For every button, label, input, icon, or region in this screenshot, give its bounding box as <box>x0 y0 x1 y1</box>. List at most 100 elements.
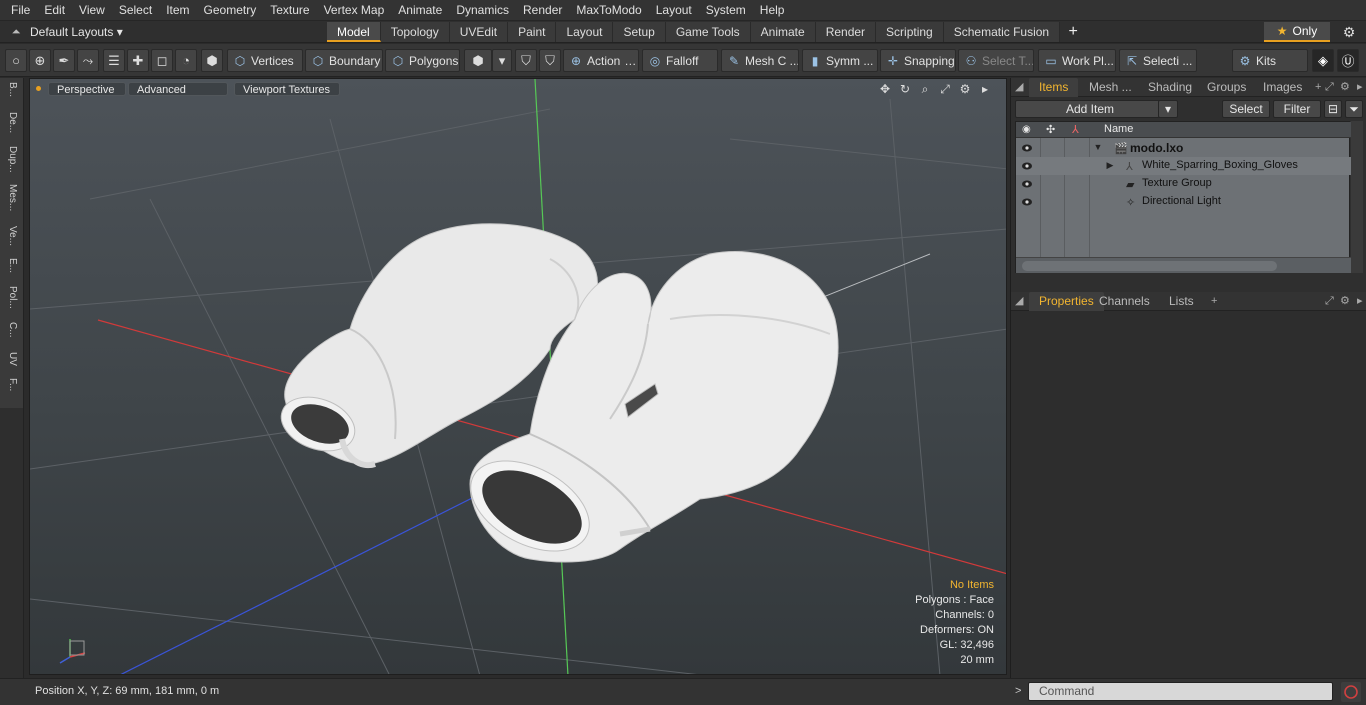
tab-game-tools[interactable]: Game Tools <box>665 22 751 42</box>
panel-arrow-icon[interactable]: ▸ <box>1357 78 1363 97</box>
brush-icon[interactable]: ⤳ <box>77 49 99 72</box>
tab-uvedit[interactable]: UVEdit <box>449 22 509 42</box>
eye-icon[interactable] <box>1021 178 1033 190</box>
zoom-view-icon[interactable]: ⌕ <box>918 81 932 97</box>
tab-properties[interactable]: Properties <box>1029 292 1104 311</box>
fit-view-icon[interactable]: ⤢ <box>938 81 952 97</box>
add-item-dropdown-icon[interactable]: ▾ <box>1158 100 1178 118</box>
menu-system[interactable]: System <box>699 0 753 21</box>
polygons-button[interactable]: ⬡ Polygons <box>385 49 460 72</box>
tab-layout[interactable]: Layout <box>556 22 614 42</box>
square-icon[interactable]: ◻ <box>151 49 173 72</box>
boundary-button[interactable]: ⬡ Boundary <box>305 49 383 72</box>
tab-topology[interactable]: Topology <box>380 22 450 42</box>
panel-expand-icon[interactable]: ⤢ <box>1325 78 1334 97</box>
panel-menu-icon[interactable]: ◢ <box>1015 78 1023 97</box>
visibility-header-icon[interactable]: ◉ <box>1022 124 1031 135</box>
list-item[interactable]: ▼ 🎬 modo.lxo <box>1016 139 1351 157</box>
only-toggle[interactable]: ★ Only <box>1264 22 1330 42</box>
strip-tab-uv[interactable]: UV <box>3 352 21 366</box>
tab-images[interactable]: Images <box>1263 78 1302 97</box>
pen-icon[interactable]: ✒ <box>53 49 75 72</box>
menu-animate[interactable]: Animate <box>391 0 449 21</box>
symmetry-button[interactable]: ▮ Symm ... <box>802 49 878 72</box>
menu-layout[interactable]: Layout <box>649 0 699 21</box>
tab-scripting[interactable]: Scripting <box>876 22 944 42</box>
name-column-header[interactable]: Name <box>1104 123 1133 135</box>
strip-tab-mesh[interactable]: Mes... <box>3 184 21 211</box>
lock-header-icon[interactable]: ✣ <box>1046 123 1055 136</box>
add-tab-icon[interactable]: + <box>1060 22 1086 42</box>
menu-dynamics[interactable]: Dynamics <box>449 0 516 21</box>
menu-file[interactable]: File <box>4 0 37 21</box>
menu-view[interactable]: View <box>72 0 112 21</box>
strip-tab-deform[interactable]: De... <box>3 112 21 133</box>
kits-button[interactable]: ⚙ Kits <box>1232 49 1308 72</box>
advanced-button[interactable]: Advanced <box>128 82 228 96</box>
expand-arrow-icon[interactable]: ▼ <box>1093 142 1103 152</box>
tab-animate[interactable]: Animate <box>750 22 816 42</box>
strip-tab-vertex[interactable]: Ve... <box>3 226 21 246</box>
tab-channels[interactable]: Channels <box>1099 292 1150 311</box>
perspective-button[interactable]: Perspective <box>48 82 126 96</box>
vertices-button[interactable]: ⬡ Vertices <box>227 49 303 72</box>
strip-tab-polygon[interactable]: Pol... <box>3 286 21 309</box>
expand-arrow-icon[interactable]: ▶ <box>1105 160 1115 171</box>
menu-item[interactable]: Item <box>159 0 196 21</box>
eye-icon[interactable] <box>1021 142 1033 154</box>
collapse-arrow-icon[interactable]: ⏶ <box>8 26 24 39</box>
item-mode-icon[interactable]: ⬢ <box>201 49 223 72</box>
funnel-icon[interactable]: ⏷ <box>1345 100 1363 118</box>
work-plane-button[interactable]: ▭ Work Pl... <box>1038 49 1116 72</box>
command-input[interactable]: Command <box>1028 682 1333 701</box>
viewport-expand-icon[interactable]: ▸ <box>978 81 992 97</box>
menu-vertex-map[interactable]: Vertex Map <box>317 0 392 21</box>
move-view-icon[interactable]: ✥ <box>878 81 892 97</box>
viewport-gear-icon[interactable]: ⚙ <box>958 81 972 97</box>
unreal-icon[interactable]: Ⓤ <box>1337 49 1359 72</box>
strip-tab-curve[interactable]: C... <box>3 322 21 338</box>
select-button[interactable]: Select <box>1222 100 1270 118</box>
select-circle-icon[interactable]: ○ <box>5 49 27 72</box>
menu-maxtomodo[interactable]: MaxToModo <box>569 0 648 21</box>
chevron-down-icon[interactable]: ▾ <box>492 49 512 72</box>
tab-shading[interactable]: Shading <box>1148 78 1192 97</box>
props-expand-icon[interactable]: ⤢ <box>1325 292 1334 311</box>
snapping-button[interactable]: ✛ Snapping <box>880 49 956 72</box>
tab-mesh[interactable]: Mesh ... <box>1089 78 1132 97</box>
menu-select[interactable]: Select <box>112 0 159 21</box>
panel-gear-icon[interactable]: ⚙ <box>1340 78 1350 97</box>
list-item[interactable]: ▰ Texture Group <box>1016 175 1351 193</box>
circle-arc-icon[interactable]: ◔ <box>175 49 197 72</box>
tab-paint[interactable]: Paint <box>508 22 557 42</box>
tab-model[interactable]: Model <box>327 22 381 42</box>
selection-sets-button[interactable]: ⇱ Selecti ... <box>1119 49 1197 72</box>
gear-icon[interactable]: ⚙ <box>1338 22 1360 42</box>
align-icon[interactable]: ☰ <box>103 49 125 72</box>
3d-viewport[interactable]: Perspective Advanced Viewport Textures ✥… <box>29 78 1007 675</box>
shield-alt-icon[interactable]: ⛉ <box>539 49 561 72</box>
menu-texture[interactable]: Texture <box>263 0 316 21</box>
tab-setup[interactable]: Setup <box>613 22 666 42</box>
viewport-textures-button[interactable]: Viewport Textures <box>234 82 340 96</box>
tab-groups[interactable]: Groups <box>1207 78 1246 97</box>
strip-tab-edge[interactable]: E... <box>3 258 21 273</box>
filter-button[interactable]: Filter <box>1273 100 1321 118</box>
list-item[interactable]: ✧ Directional Light <box>1016 193 1351 211</box>
material-mode-icon[interactable]: ⬢ <box>464 49 492 72</box>
props-gear-icon[interactable]: ⚙ <box>1340 292 1350 311</box>
strip-tab-basic[interactable]: B... <box>3 82 21 97</box>
globe-icon[interactable]: ⊕ <box>29 49 51 72</box>
tab-render[interactable]: Render <box>815 22 877 42</box>
props-arrow-icon[interactable]: ▸ <box>1357 292 1363 311</box>
shield-icon[interactable]: ⛉ <box>515 49 537 72</box>
items-vertical-scrollbar[interactable] <box>1351 121 1363 273</box>
eye-icon[interactable] <box>1021 196 1033 208</box>
menu-render[interactable]: Render <box>516 0 569 21</box>
record-macro-button[interactable] <box>1341 682 1361 702</box>
menu-edit[interactable]: Edit <box>37 0 72 21</box>
strip-tab-duplicate[interactable]: Dup... <box>3 146 21 173</box>
add-panel-tab-icon[interactable]: + <box>1315 78 1321 97</box>
strip-tab-fusion[interactable]: F... <box>3 378 21 391</box>
action-center-button[interactable]: ⊕ Action… <box>563 49 639 72</box>
